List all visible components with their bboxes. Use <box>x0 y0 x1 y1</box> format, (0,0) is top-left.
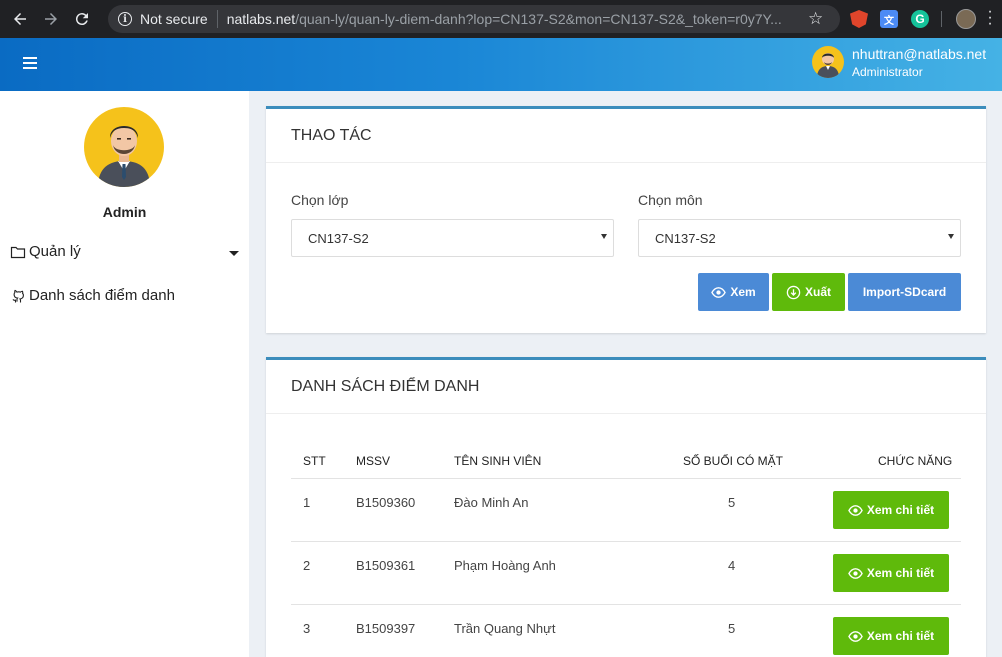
cell-present: 5 <box>728 621 736 636</box>
more-menu-icon[interactable]: · · · <box>985 4 995 32</box>
profile-avatar-icon[interactable] <box>956 9 976 29</box>
view-detail-button[interactable]: Xem chi tiết <box>833 491 949 529</box>
address-divider <box>216 10 218 28</box>
forward-icon[interactable] <box>40 8 62 30</box>
chevron-down-icon[interactable] <box>229 251 239 256</box>
cell-mssv: B1509361 <box>356 558 416 573</box>
app-header: nhuttran@natlabs.net Administrator <box>0 38 1002 91</box>
view-detail-label: Xem chi tiết <box>866 503 935 517</box>
toolbar-divider <box>941 11 942 27</box>
admin-avatar <box>84 107 164 187</box>
eye-icon <box>847 504 863 516</box>
address-bar[interactable]: i Not secure natlabs.net/quan-ly/quan-ly… <box>108 5 840 33</box>
import-sdcard-button[interactable]: Import-SDcard <box>848 273 961 311</box>
dropdown-arrow-icon <box>601 234 607 239</box>
cell-stt: 2 <box>303 558 311 573</box>
eye-icon <box>711 286 727 298</box>
view-button[interactable]: Xem <box>698 273 769 311</box>
user-role: Administrator <box>852 65 923 79</box>
folder-icon <box>10 246 26 258</box>
row-divider <box>291 478 961 479</box>
user-email[interactable]: nhuttran@natlabs.net <box>852 46 986 62</box>
import-sdcard-button-label: Import-SDcard <box>862 285 947 299</box>
sidebar-item-label: Danh sách điểm danh <box>29 287 175 304</box>
column-header-present: SỐ BUỔI CÓ MẶT <box>683 454 784 468</box>
attendance-list-panel: DANH SÁCH ĐIỂM DANH STT MSSV TÊN SINH VI… <box>266 357 986 657</box>
class-select-label: Chọn lớp <box>291 192 349 208</box>
class-select-value: CN137-S2 <box>308 230 369 246</box>
bookmark-star-icon[interactable]: ☆ <box>808 10 823 27</box>
security-status: Not secure <box>140 11 208 27</box>
url-host: natlabs.net <box>226 11 296 27</box>
eye-icon <box>847 567 863 579</box>
cell-name: Trần Quang Nhựt <box>454 621 556 636</box>
view-detail-label: Xem chi tiết <box>866 566 935 580</box>
view-detail-label: Xem chi tiết <box>866 629 935 643</box>
export-button-label: Xuất <box>804 285 831 299</box>
github-icon <box>12 289 24 302</box>
back-icon[interactable] <box>9 8 31 30</box>
info-icon[interactable]: i <box>118 12 132 26</box>
translate-icon[interactable]: 文 <box>880 10 898 28</box>
export-button[interactable]: Xuất <box>772 273 845 311</box>
grammarly-icon[interactable]: G <box>911 10 929 28</box>
url-path: /quan-ly/quan-ly-diem-danh?lop=CN137-S2&… <box>295 11 782 27</box>
sidebar-item-label: Quản lý <box>29 243 81 260</box>
sidebar-item-danh-sach-diem-danh[interactable]: Danh sách điểm danh <box>10 287 175 304</box>
row-divider <box>291 604 961 605</box>
cell-stt: 1 <box>303 495 311 510</box>
eye-icon <box>847 630 863 642</box>
cell-name: Đào Minh An <box>454 495 529 510</box>
actions-panel: THAO TÁC Chọn lớp CN137-S2 Chọn môn CN13… <box>266 106 986 333</box>
view-button-label: Xem <box>730 285 756 299</box>
cell-name: Phạm Hoàng Anh <box>454 558 556 573</box>
cell-mssv: B1509397 <box>356 621 416 636</box>
cell-present: 5 <box>728 495 736 510</box>
cell-stt: 3 <box>303 621 311 636</box>
sidebar: Admin Quản lý Danh sách điểm danh <box>0 91 249 657</box>
attendance-list-title: DANH SÁCH ĐIỂM DANH <box>266 360 986 414</box>
sidebar-item-quan-ly[interactable]: Quản lý <box>10 243 81 260</box>
subject-select-label: Chọn môn <box>638 192 703 208</box>
view-detail-button[interactable]: Xem chi tiết <box>833 617 949 655</box>
hamburger-menu-icon[interactable] <box>23 57 37 69</box>
subject-select[interactable]: CN137-S2 <box>638 219 961 257</box>
dropdown-arrow-icon <box>948 234 954 239</box>
column-header-stt: STT <box>303 454 326 468</box>
row-divider <box>291 541 961 542</box>
subject-select-value: CN137-S2 <box>655 230 716 246</box>
cell-mssv: B1509360 <box>356 495 416 510</box>
column-header-actions: CHỨC NĂNG <box>878 454 953 468</box>
view-detail-button[interactable]: Xem chi tiết <box>833 554 949 592</box>
column-header-name: TÊN SINH VIÊN <box>454 454 542 468</box>
user-avatar[interactable] <box>812 46 844 78</box>
reload-icon[interactable] <box>71 8 93 30</box>
column-header-mssv: MSSV <box>356 454 391 468</box>
actions-panel-title: THAO TÁC <box>266 109 986 163</box>
admin-label: Admin <box>102 204 147 220</box>
class-select[interactable]: CN137-S2 <box>291 219 614 257</box>
download-circle-icon <box>786 285 801 299</box>
cell-present: 4 <box>728 558 736 573</box>
